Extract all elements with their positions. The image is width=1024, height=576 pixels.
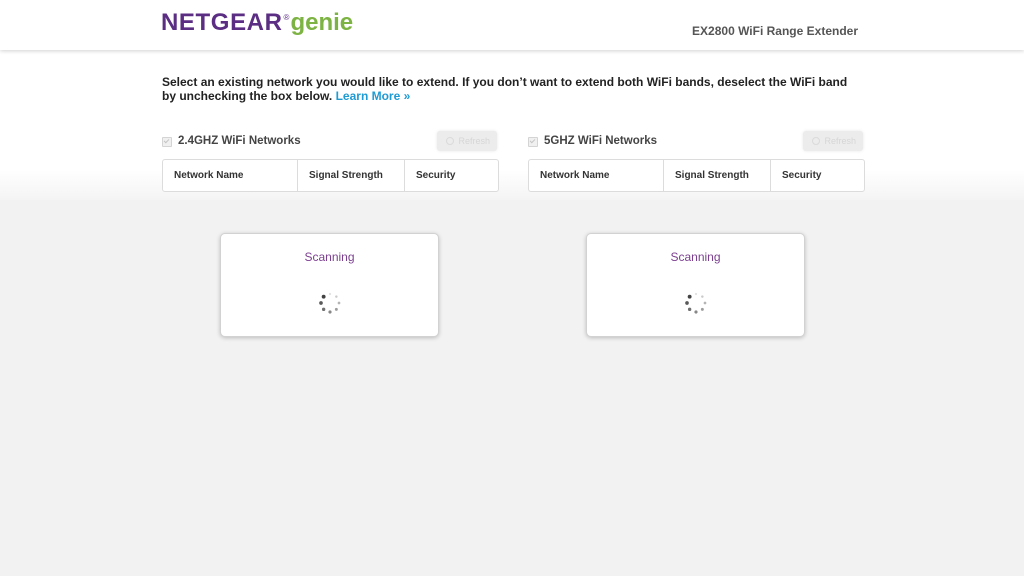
network-selection-panel [0, 50, 1024, 200]
band-5ghz-header: 5GHZ WiFi Networks Refresh [528, 130, 865, 154]
scanning-card-2-4ghz: Scanning [220, 233, 439, 337]
band-2-4ghz-title: 2.4GHZ WiFi Networks [178, 135, 301, 147]
network-table-5ghz: Network Name Signal Strength Security [528, 159, 865, 192]
spinner-dot [701, 295, 704, 298]
network-table-2-4ghz: Network Name Signal Strength Security [162, 159, 499, 192]
spinner-dot [328, 292, 332, 296]
spinner-dot [335, 295, 338, 298]
scanning-status-text: Scanning [670, 250, 721, 264]
column-security[interactable]: Security [405, 160, 498, 191]
refresh-5ghz-button[interactable]: Refresh [803, 131, 863, 151]
band-5ghz-title: 5GHZ WiFi Networks [544, 135, 657, 147]
refresh-2-4ghz-button[interactable]: Refresh [437, 131, 497, 151]
instructions-body: Select an existing network you would lik… [162, 75, 848, 103]
loading-spinner-icon [685, 292, 707, 314]
band-5ghz-checkbox[interactable] [528, 137, 538, 147]
spinner-dot [694, 292, 698, 296]
scanning-status-text: Scanning [304, 250, 355, 264]
band-2-4ghz-header: 2.4GHZ WiFi Networks Refresh [162, 130, 499, 154]
logo-product-text: genie [290, 9, 354, 36]
spinner-dot [687, 307, 692, 312]
refresh-2-4ghz-label: Refresh [458, 136, 490, 146]
column-security[interactable]: Security [771, 160, 864, 191]
spinner-dot [685, 301, 689, 305]
instructions-text: Select an existing network you would lik… [162, 75, 862, 103]
logo-brand-text: NETGEAR [161, 9, 283, 36]
spinner-dot [703, 301, 707, 305]
spinner-dot [700, 307, 704, 311]
product-name: EX2800 WiFi Range Extender [692, 24, 858, 38]
band-2-4ghz-checkbox[interactable] [162, 137, 172, 147]
column-network-name[interactable]: Network Name [163, 160, 298, 191]
refresh-icon [812, 137, 820, 145]
netgear-genie-logo: NETGEAR®genie [161, 9, 353, 39]
loading-spinner-icon [319, 292, 341, 314]
spinner-dot [337, 301, 341, 305]
band-2-4ghz: 2.4GHZ WiFi Networks Refresh Network Nam… [162, 130, 499, 195]
spinner-dot [328, 310, 332, 314]
spinner-dot [694, 310, 698, 314]
learn-more-link[interactable]: Learn More » [336, 89, 411, 103]
spinner-dot [321, 294, 326, 299]
logo-registered-mark: ® [283, 13, 290, 22]
spinner-dot [321, 307, 326, 312]
refresh-icon [446, 137, 454, 145]
band-5ghz: 5GHZ WiFi Networks Refresh Network Name … [528, 130, 865, 195]
scanning-card-5ghz: Scanning [586, 233, 805, 337]
column-signal-strength[interactable]: Signal Strength [664, 160, 771, 191]
spinner-dot [687, 294, 692, 299]
spinner-dot [319, 301, 323, 305]
column-signal-strength[interactable]: Signal Strength [298, 160, 405, 191]
app-header: NETGEAR®genie EX2800 WiFi Range Extender [0, 0, 1024, 50]
spinner-dot [334, 307, 338, 311]
column-network-name[interactable]: Network Name [529, 160, 664, 191]
refresh-5ghz-label: Refresh [824, 136, 856, 146]
